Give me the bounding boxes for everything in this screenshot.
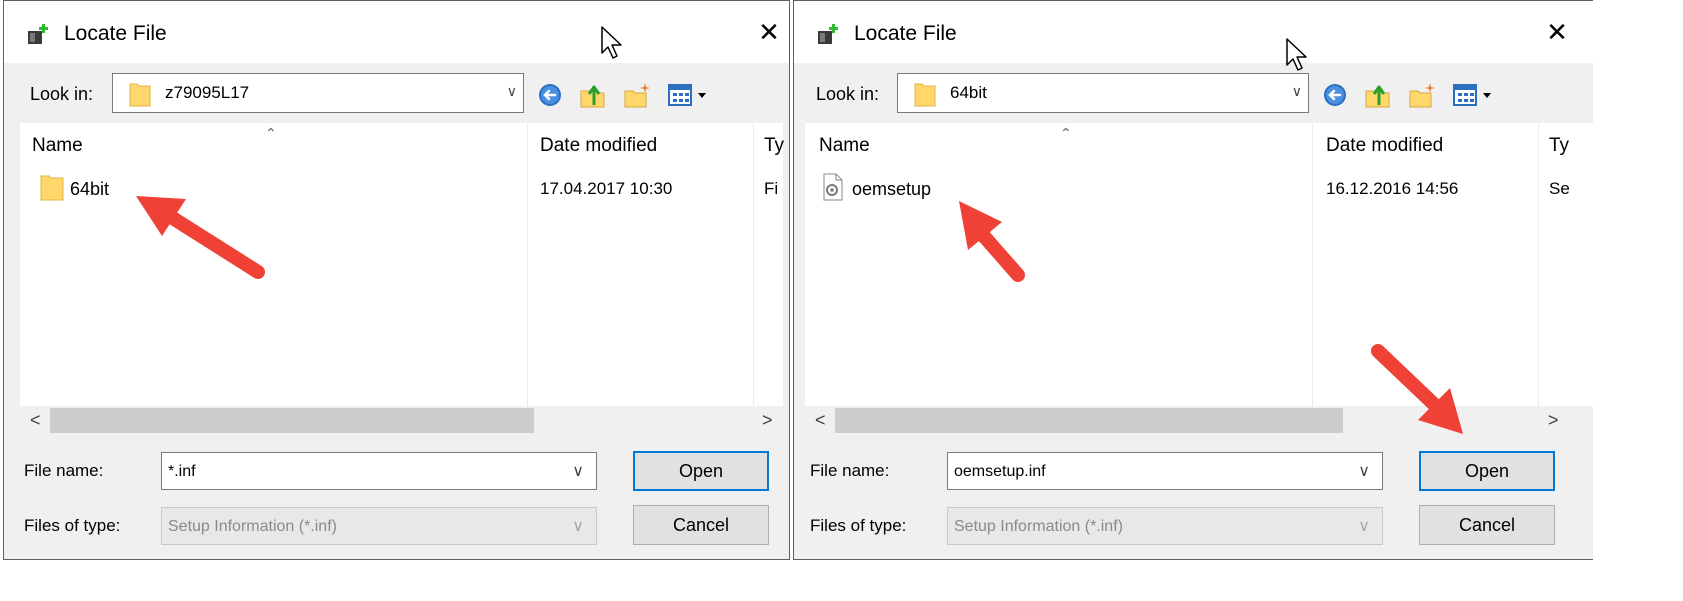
annotation-arrows: [136, 196, 1463, 434]
red-arrow-icon: [136, 196, 265, 279]
red-arrow-icon: [959, 201, 1025, 282]
red-arrow-icon: [1371, 344, 1463, 434]
